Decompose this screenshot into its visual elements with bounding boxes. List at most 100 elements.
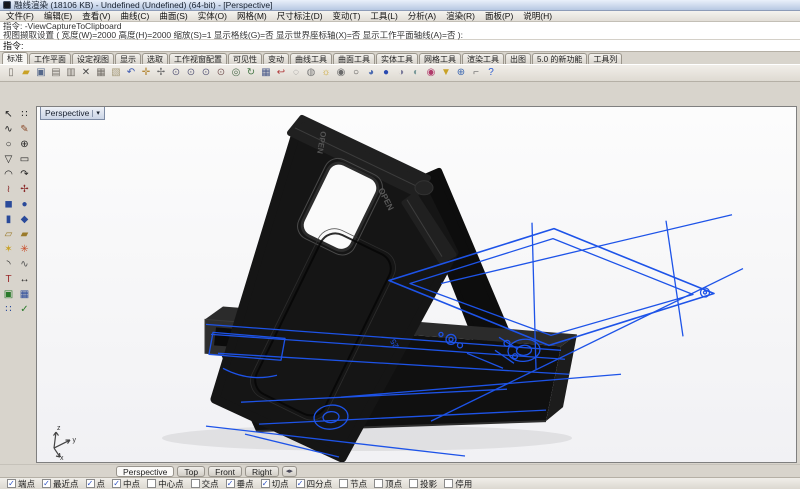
viewport-canvas[interactable]: OPEN OPEN	[37, 107, 796, 462]
osnap-checkbox[interactable]	[191, 479, 200, 488]
osnap-toggle[interactable]: 端点	[7, 478, 35, 489]
render-icon[interactable]: ◉	[424, 66, 438, 80]
wireframe-display-icon[interactable]: ○	[349, 66, 363, 80]
osnap-toggle[interactable]: 四分点	[296, 478, 333, 489]
osnap-checkbox[interactable]	[147, 479, 156, 488]
mesh-icon[interactable]: ▦	[17, 288, 32, 301]
menu-item[interactable]: 实体(O)	[198, 10, 227, 22]
blend-icon[interactable]: ∿	[17, 258, 32, 271]
help-icon[interactable]: ?	[484, 66, 498, 80]
toolbar-tab[interactable]: 网格工具	[419, 53, 461, 64]
osnap-checkbox[interactable]	[339, 479, 348, 488]
zoom-extents-icon[interactable]: ⊙	[199, 66, 213, 80]
boolean-icon[interactable]: ✶	[1, 243, 16, 256]
handle-icon[interactable]: ✢	[17, 183, 32, 196]
toolbar-tab[interactable]: 5.0 的新功能	[532, 53, 587, 64]
osnap-toggle[interactable]: 停用	[444, 478, 472, 489]
osnap-checkbox[interactable]	[226, 479, 235, 488]
osnap-checkbox[interactable]	[261, 479, 270, 488]
chevron-down-icon[interactable]: ▾	[92, 110, 100, 117]
export-icon[interactable]: ▥	[64, 66, 78, 80]
box-icon[interactable]: ◼	[1, 198, 16, 211]
pan-hand-icon[interactable]: ✛	[139, 66, 153, 80]
toolbar-tab[interactable]: 设定视图	[72, 53, 114, 64]
hide-object-icon[interactable]: ◌	[289, 66, 303, 80]
osnap-toggle[interactable]: 切点	[261, 478, 289, 489]
show-object-icon[interactable]: ◍	[304, 66, 318, 80]
select-arrow-icon[interactable]: ↖	[1, 108, 16, 121]
menu-item[interactable]: 文件(F)	[6, 10, 34, 22]
toolbar-tab[interactable]: 选取	[142, 53, 168, 64]
ellipse-icon[interactable]: ⊕	[17, 138, 32, 151]
osnap-checkbox[interactable]	[86, 479, 95, 488]
corner-curve-icon[interactable]: ↷	[17, 168, 32, 181]
menu-item[interactable]: 曲面(S)	[159, 10, 187, 22]
osnap-toggle[interactable]: 点	[86, 478, 106, 489]
zoom-window-icon[interactable]: ⊙	[184, 66, 198, 80]
point-icon[interactable]: ∷	[17, 108, 32, 121]
toolbar-tab[interactable]: 变动	[263, 53, 289, 64]
circle-icon[interactable]: ○	[1, 138, 16, 151]
osnap-checkbox[interactable]	[112, 479, 121, 488]
zoom-target-icon[interactable]: ◎	[229, 66, 243, 80]
sphere-icon[interactable]: ●	[17, 198, 32, 211]
delete-icon[interactable]: ✕	[79, 66, 93, 80]
viewport-title-tab[interactable]: Perspective ▾	[40, 107, 105, 120]
ghosted-display-icon[interactable]: ◑	[394, 66, 408, 80]
toolbar-tab[interactable]: 实体工具	[376, 53, 418, 64]
cylinder-icon[interactable]: ▮	[1, 213, 16, 226]
earth-icon[interactable]: ⊕	[454, 66, 468, 80]
osnap-toggle[interactable]: 交点	[191, 478, 219, 489]
selection-filter-icon[interactable]: ▼	[439, 66, 453, 80]
osnap-toggle[interactable]: 投影	[409, 478, 437, 489]
menu-item[interactable]: 尺寸标注(D)	[277, 10, 323, 22]
menu-item[interactable]: 工具(L)	[370, 10, 397, 22]
polygon-icon[interactable]: ▽	[1, 153, 16, 166]
viewport-tab[interactable]: Perspective	[116, 466, 174, 477]
command-input[interactable]	[27, 41, 797, 51]
perspective-viewport[interactable]: Perspective ▾	[36, 106, 797, 463]
capture-region-icon[interactable]: ⌐	[469, 66, 483, 80]
menu-item[interactable]: 网格(M)	[237, 10, 267, 22]
osnap-checkbox[interactable]	[296, 479, 305, 488]
osnap-toggle[interactable]: 垂点	[226, 478, 254, 489]
osnap-toggle[interactable]: 节点	[339, 478, 367, 489]
toolbar-tab[interactable]: 工具列	[588, 53, 622, 64]
menu-item[interactable]: 渲染(R)	[446, 10, 475, 22]
stand-model[interactable]: OPEN OPEN	[205, 118, 577, 458]
rendered-display-icon[interactable]: ●	[379, 66, 393, 80]
zoom-dynamic-icon[interactable]: ⊙	[169, 66, 183, 80]
menu-item[interactable]: 编辑(E)	[44, 10, 72, 22]
rectangle-icon[interactable]: ▭	[17, 153, 32, 166]
lamp-icon[interactable]: ☼	[319, 66, 333, 80]
toolbar-tab[interactable]: 可见性	[228, 53, 262, 64]
osnap-toggle[interactable]: 中点	[112, 478, 140, 489]
arc-icon[interactable]: ◠	[1, 168, 16, 181]
curve-edit-icon[interactable]: ≀	[1, 183, 16, 196]
menu-item[interactable]: 分析(A)	[408, 10, 436, 22]
toolbar-tab[interactable]: 渲染工具	[462, 53, 504, 64]
osnap-toggle[interactable]: 顶点	[374, 478, 402, 489]
curve-icon[interactable]: ∿	[1, 123, 16, 136]
zoom-selected-icon[interactable]: ⊙	[214, 66, 228, 80]
osnap-checkbox[interactable]	[409, 479, 418, 488]
toolbar-tab[interactable]: 工作视窗配置	[169, 53, 227, 64]
viewport-tab[interactable]: Front	[208, 466, 242, 477]
array-icon[interactable]: ∷	[1, 303, 16, 316]
lock-object-icon[interactable]: ◉	[334, 66, 348, 80]
viewport-tab[interactable]: Top	[177, 466, 205, 477]
group-icon[interactable]: ▣	[1, 288, 16, 301]
menu-item[interactable]: 查看(V)	[82, 10, 110, 22]
text-icon[interactable]: T	[1, 273, 16, 286]
fillet-icon[interactable]: ◝	[1, 258, 16, 271]
xray-display-icon[interactable]: ◐	[409, 66, 423, 80]
explode-icon[interactable]: ✳	[17, 243, 32, 256]
osnap-checkbox[interactable]	[42, 479, 51, 488]
open-file-icon[interactable]: ▰	[19, 66, 33, 80]
toolbar-tab[interactable]: 标准	[2, 52, 28, 64]
paste-icon[interactable]: ▧	[109, 66, 123, 80]
surface-icon[interactable]: ▱	[1, 228, 16, 241]
save-icon[interactable]: ▣	[34, 66, 48, 80]
toolbar-tab[interactable]: 显示	[115, 53, 141, 64]
osnap-toggle[interactable]: 中心点	[147, 478, 184, 489]
